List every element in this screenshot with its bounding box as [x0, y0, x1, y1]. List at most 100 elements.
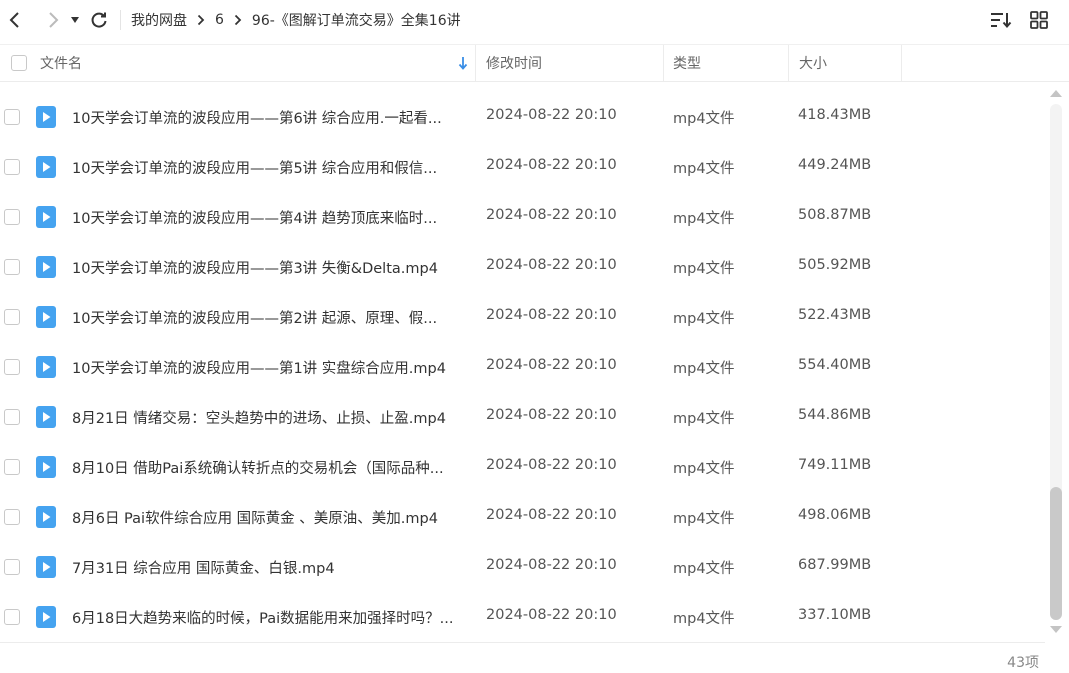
file-list: 10天学会订单流的波段应用——第6讲 综合应用.一起看... 2024-08-22… — [0, 92, 1045, 642]
file-row[interactable]: 8月10日 借助Pai系统确认转折点的交易机会（国际品种... 2024-08-2… — [0, 442, 1045, 492]
column-name-label: 文件名 — [40, 56, 82, 72]
file-modified-time: 2024-08-22 20:10 — [486, 107, 617, 123]
file-name[interactable]: 10天学会订单流的波段应用——第1讲 实盘综合应用.mp4 — [72, 357, 467, 378]
video-file-icon — [36, 606, 56, 628]
file-type: mp4文件 — [673, 461, 735, 477]
file-checkbox[interactable] — [4, 459, 20, 475]
file-checkbox[interactable] — [4, 559, 20, 575]
file-checkbox[interactable] — [4, 159, 20, 175]
file-name[interactable]: 10天学会订单流的波段应用——第5讲 综合应用和假信... — [72, 157, 467, 178]
file-modified-time: 2024-08-22 20:10 — [486, 207, 617, 223]
file-row[interactable]: 10天学会订单流的波段应用——第4讲 趋势顶底来临时... 2024-08-22 … — [0, 192, 1045, 242]
file-row[interactable]: 8月21日 情绪交易：空头趋势中的进场、止损、止盈.mp4 2024-08-22 … — [0, 392, 1045, 442]
file-row[interactable]: 7月31日 综合应用 国际黄金、白银.mp4 2024-08-22 20:10 mp… — [0, 542, 1045, 592]
breadcrumb-separator-icon — [234, 14, 242, 26]
file-modified-time: 2024-08-22 20:10 — [486, 407, 617, 423]
back-button[interactable] — [2, 5, 28, 35]
video-file-icon — [36, 556, 56, 578]
file-size: 505.92MB — [798, 257, 872, 273]
file-checkbox[interactable] — [4, 409, 20, 425]
file-checkbox[interactable] — [4, 509, 20, 525]
file-size: 554.40MB — [798, 357, 872, 373]
file-type: mp4文件 — [673, 261, 735, 277]
file-size: 337.10MB — [798, 607, 872, 623]
toolbar-divider — [120, 10, 121, 30]
file-row[interactable]: 8月6日 Pai软件综合应用 国际黄金 、美原油、美加.mp4 2024-08-2… — [0, 492, 1045, 542]
history-dropdown-button[interactable] — [66, 5, 84, 35]
grid-view-icon — [1030, 11, 1048, 29]
header-select-all-cell — [0, 45, 36, 81]
file-size: 449.24MB — [798, 157, 872, 173]
file-checkbox[interactable] — [4, 359, 20, 375]
file-name[interactable]: 10天学会订单流的波段应用——第3讲 失衡&Delta.mp4 — [72, 257, 467, 278]
file-modified-time: 2024-08-22 20:10 — [486, 357, 617, 373]
select-all-checkbox[interactable] — [11, 55, 27, 71]
footer-divider — [0, 642, 1045, 643]
file-size: 522.43MB — [798, 307, 872, 323]
grid-view-button[interactable] — [1027, 8, 1051, 32]
file-name[interactable]: 10天学会订单流的波段应用——第4讲 趋势顶底来临时... — [72, 207, 467, 228]
file-row[interactable]: 6月18日大趋势来临的时候，Pai数据能用来加强择时吗？... 2024-08-2… — [0, 592, 1045, 642]
file-type: mp4文件 — [673, 161, 735, 177]
file-row[interactable]: 10天学会订单流的波段应用——第6讲 综合应用.一起看... 2024-08-22… — [0, 92, 1045, 142]
video-file-icon — [36, 456, 56, 478]
scrollbar-thumb[interactable] — [1050, 487, 1062, 620]
breadcrumb-item[interactable]: 96-《图解订单流交易》全集16讲 — [250, 10, 463, 30]
video-file-icon — [36, 156, 56, 178]
file-size: 544.86MB — [798, 407, 872, 423]
scroll-down-icon[interactable] — [1048, 624, 1064, 636]
file-name[interactable]: 8月21日 情绪交易：空头趋势中的进场、止损、止盈.mp4 — [72, 407, 467, 428]
file-size: 418.43MB — [798, 107, 872, 123]
file-row[interactable]: 10天学会订单流的波段应用——第2讲 起源、原理、假... 2024-08-22 … — [0, 292, 1045, 342]
file-checkbox[interactable] — [4, 309, 20, 325]
video-file-icon — [36, 506, 56, 528]
file-modified-time: 2024-08-22 20:10 — [486, 507, 617, 523]
file-modified-time: 2024-08-22 20:10 — [486, 307, 617, 323]
file-name[interactable]: 10天学会订单流的波段应用——第6讲 综合应用.一起看... — [72, 107, 467, 128]
column-size-label: 大小 — [799, 56, 827, 72]
file-name[interactable]: 8月6日 Pai软件综合应用 国际黄金 、美原油、美加.mp4 — [72, 507, 467, 528]
file-name[interactable]: 6月18日大趋势来临的时候，Pai数据能用来加强择时吗？... — [72, 607, 467, 628]
file-modified-time: 2024-08-22 20:10 — [486, 557, 617, 573]
breadcrumb-item[interactable]: 6 — [213, 12, 226, 28]
column-type-label: 类型 — [673, 56, 701, 72]
file-type: mp4文件 — [673, 111, 735, 127]
breadcrumb-item[interactable]: 我的网盘 — [129, 10, 189, 30]
file-checkbox[interactable] — [4, 259, 20, 275]
breadcrumb-separator-icon — [197, 14, 205, 26]
column-header-modified[interactable]: 修改时间 — [476, 45, 664, 81]
file-checkbox[interactable] — [4, 109, 20, 125]
file-name[interactable]: 10天学会订单流的波段应用——第2讲 起源、原理、假... — [72, 307, 467, 328]
video-file-icon — [36, 256, 56, 278]
file-size: 687.99MB — [798, 557, 872, 573]
video-file-icon — [36, 356, 56, 378]
column-modified-label: 修改时间 — [486, 56, 542, 72]
file-checkbox[interactable] — [4, 609, 20, 625]
file-name[interactable]: 7月31日 综合应用 国际黄金、白银.mp4 — [72, 557, 467, 578]
file-size: 508.87MB — [798, 207, 872, 223]
refresh-icon — [91, 12, 107, 28]
column-header-size[interactable]: 大小 — [789, 45, 902, 81]
item-count: 43项 — [1007, 655, 1039, 671]
forward-button[interactable] — [40, 5, 66, 35]
file-size: 498.06MB — [798, 507, 872, 523]
file-type: mp4文件 — [673, 561, 735, 577]
file-name[interactable]: 8月10日 借助Pai系统确认转折点的交易机会（国际品种... — [72, 457, 467, 478]
file-row[interactable]: 10天学会订单流的波段应用——第5讲 综合应用和假信... 2024-08-22 … — [0, 142, 1045, 192]
file-list-header: 文件名 修改时间 类型 大小 — [0, 44, 1069, 82]
column-header-type[interactable]: 类型 — [664, 45, 789, 81]
video-file-icon — [36, 306, 56, 328]
sort-button[interactable] — [989, 8, 1013, 32]
file-checkbox[interactable] — [4, 209, 20, 225]
file-type: mp4文件 — [673, 361, 735, 377]
video-file-icon — [36, 206, 56, 228]
scroll-up-icon[interactable] — [1048, 87, 1064, 99]
file-row[interactable]: 10天学会订单流的波段应用——第1讲 实盘综合应用.mp4 2024-08-22 … — [0, 342, 1045, 392]
chevron-right-icon — [49, 12, 59, 28]
file-row[interactable]: 10天学会订单流的波段应用——第3讲 失衡&Delta.mp4 2024-08-2… — [0, 242, 1045, 292]
file-modified-time: 2024-08-22 20:10 — [486, 157, 617, 173]
breadcrumb: 我的网盘 6 96-《图解订单流交易》全集16讲 — [129, 10, 463, 30]
chevron-left-icon — [9, 12, 19, 28]
refresh-button[interactable] — [86, 5, 112, 35]
column-header-name[interactable]: 文件名 — [36, 45, 476, 81]
